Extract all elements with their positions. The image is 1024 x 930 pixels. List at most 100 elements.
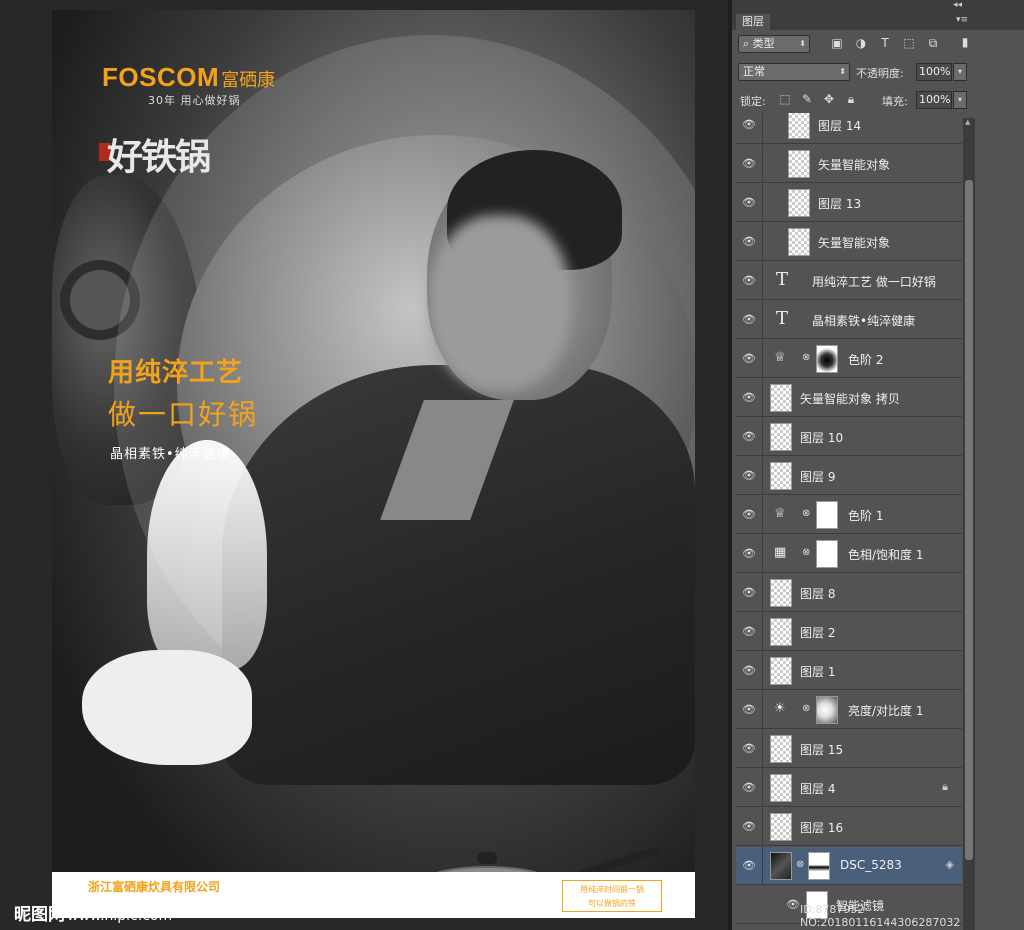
layers-list[interactable]: 👁︎ 图层 14 👁︎ 矢量智能对象 👁︎ 图层 13 👁︎ 矢量智能对象 👁︎… [736,113,962,930]
eye-icon[interactable]: 👁︎ [742,196,756,209]
layer-thumbnail [770,423,792,451]
eye-icon[interactable]: 👁︎ [742,859,756,872]
fill-dropdown-icon[interactable]: ▾ [953,91,967,109]
link-icon[interactable]: ⊗ [796,859,804,870]
levels-icon: ♕ [774,506,786,521]
lock-transparency-icon[interactable]: ⬚ [778,92,792,106]
layer-row[interactable]: 👁︎ 图层 9 [736,457,962,495]
layer-row[interactable]: 👁︎ 矢量智能对象 [736,223,962,261]
filter-toggle-icon[interactable]: ▮ [958,35,972,49]
layer-name: 色相/饱和度 1 [848,548,924,562]
filter-kind-select[interactable]: ⌕ 类型 ⬍ [738,35,810,53]
eye-icon[interactable]: 👁︎ [742,313,756,326]
eye-icon[interactable]: 👁︎ [742,742,756,755]
layer-row-selected[interactable]: 👁︎ ⊗ DSC_5283 ◈ [736,847,962,885]
eye-icon[interactable]: 👁︎ [742,430,756,443]
image-filter-icon[interactable]: ▣ [830,36,844,50]
footer-slogan-line-1: 用纯淬时间锻一锅 [580,885,644,894]
scrollbar-thumb[interactable] [965,180,973,860]
calligraphy-title: 好铁锅 [107,136,211,178]
eye-icon[interactable]: 👁︎ [742,118,756,131]
lock-all-icon[interactable]: 🔒︎ [844,92,858,107]
type-filter-icon[interactable]: T [878,36,892,50]
layer-name: 矢量智能对象 [818,236,891,250]
layer-row[interactable]: 👁︎ ♕ ⊗ 色阶 2 [736,340,962,378]
eye-icon[interactable]: 👁︎ [742,235,756,248]
panel-title-bar: ◂◂ [732,0,1024,12]
layer-row[interactable]: 👁︎ 图层 10 [736,418,962,456]
opacity-input[interactable]: 100% [916,63,952,81]
text-layer-icon: T [776,269,789,290]
layer-row[interactable]: 👁︎ 图层 16 [736,808,962,846]
layer-row[interactable]: 👁︎ 图层 14 [736,113,962,144]
scroll-up-icon[interactable]: ▲ [965,118,970,126]
blend-row: 正常 ⬍ 不透明度: 100% ▾ [732,61,972,87]
lock-label: 锁定: [740,95,766,108]
layer-name: 图层 2 [800,626,836,640]
layer-row[interactable]: 👁︎ T 晶相素铁•纯淬健康 [736,301,962,339]
layer-name: 用纯淬工艺 做一口好锅 [812,275,936,289]
layer-thumbnail [770,618,792,646]
watermark-site: 昵图网 [14,905,65,925]
fill-input[interactable]: 100% [916,91,952,109]
layer-row[interactable]: 👁︎ 图层 4 🔒︎ [736,769,962,807]
chevron-down-icon: ⬍ [839,67,846,76]
shape-filter-icon[interactable]: ⬚ [902,36,916,50]
layer-row[interactable]: 👁︎ 图层 2 [736,613,962,651]
layer-name: 图层 9 [800,470,836,484]
layer-mask-thumbnail [816,540,838,568]
eye-icon[interactable]: 👁︎ [742,157,756,170]
lock-icon[interactable]: 🔒︎ [942,780,948,794]
layer-row[interactable]: 👁︎ 图层 15 [736,730,962,768]
adjustment-filter-icon[interactable]: ◑ [854,36,868,50]
layer-mask-thumbnail [816,345,838,373]
smart-object-icon: ◈ [945,858,954,871]
layer-row[interactable]: 👁︎ 矢量智能对象 拷贝 [736,379,962,417]
eye-icon[interactable]: 👁︎ [742,586,756,599]
blend-mode-select[interactable]: 正常 ⬍ [738,63,850,81]
eye-icon[interactable]: 👁︎ [742,274,756,287]
layer-row[interactable]: 👁︎ ☀ ⊗ 亮度/对比度 1 [736,691,962,729]
smart-object-filter-icon[interactable]: ⧉ [926,36,940,51]
layer-thumbnail [770,384,792,412]
watermark: 昵图网 www.nipic.com [14,900,172,925]
layer-row[interactable]: 👁︎ 图层 13 [736,184,962,222]
headline-line-1: 用纯淬工艺 [108,358,244,388]
eye-icon[interactable]: 👁︎ [742,352,756,365]
eye-icon[interactable]: 👁︎ [742,469,756,482]
eye-icon[interactable]: 👁︎ [742,508,756,521]
layer-row[interactable]: 👁︎ ♕ ⊗ 色阶 1 [736,496,962,534]
layer-thumbnail [770,735,792,763]
lock-position-icon[interactable]: ✥ [822,92,836,106]
brightness-contrast-icon: ☀ [774,701,786,716]
panel-menu-icon[interactable]: ▾≡ [956,15,968,25]
layer-row[interactable]: 👁︎ ▦ ⊗ 色相/饱和度 1 [736,535,962,573]
link-icon[interactable]: ⊗ [802,547,810,558]
layers-scrollbar[interactable]: ▲ [963,118,975,930]
layer-row[interactable]: 👁︎ T 用纯淬工艺 做一口好锅 [736,262,962,300]
tab-layers[interactable]: 图层 [736,14,770,30]
eye-icon[interactable]: 👁︎ [786,898,800,911]
eye-icon[interactable]: 👁︎ [742,547,756,560]
search-icon: ⌕ [743,37,753,50]
layer-mask-thumbnail [816,501,838,529]
link-icon[interactable]: ⊗ [802,508,810,519]
layer-row[interactable]: 👁︎ 图层 8 [736,574,962,612]
eye-icon[interactable]: 👁︎ [742,664,756,677]
opacity-dropdown-icon[interactable]: ▾ [953,63,967,81]
eye-icon[interactable]: 👁︎ [742,703,756,716]
lock-brush-icon[interactable]: ✎ [800,92,814,106]
layer-row[interactable]: 👁︎ 矢量智能对象 [736,145,962,183]
logo-brand-text: FOSCOM [102,62,220,92]
eye-icon[interactable]: 👁︎ [742,820,756,833]
link-icon[interactable]: ⊗ [802,352,810,363]
link-icon[interactable]: ⊗ [802,703,810,714]
layer-row[interactable]: 👁︎ 图层 1 [736,652,962,690]
eye-icon[interactable]: 👁︎ [742,391,756,404]
eye-icon[interactable]: 👁︎ [742,781,756,794]
glove-image [82,650,252,765]
layer-mask-thumbnail [816,696,838,724]
eye-icon[interactable]: 👁︎ [742,625,756,638]
document-canvas[interactable]: FOSCOM 富硒康 30年 用心做好锅 好铁锅 用纯淬工艺 做一口好锅 晶相素铁… [0,0,728,930]
collapse-icon[interactable]: ◂◂ [953,0,962,10]
